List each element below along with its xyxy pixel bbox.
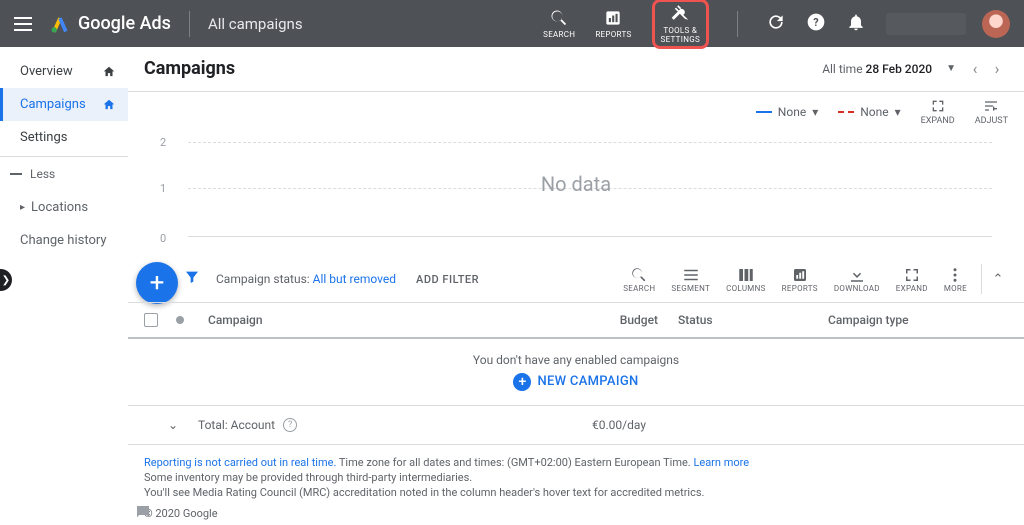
learn-more-link[interactable]: Learn more [693, 456, 749, 469]
context-label[interactable]: All campaigns [208, 15, 303, 33]
main-content: Campaigns All time 28 Feb 2020 ▼ ‹ › Non… [128, 47, 1024, 525]
collapse-chart-button[interactable]: ⌃ [988, 269, 1008, 289]
reports-tool[interactable]: REPORTS [595, 8, 631, 39]
brand-text: Google Ads [78, 13, 171, 34]
divider [737, 11, 738, 37]
search-tool[interactable]: SEARCH [543, 8, 575, 39]
less-label: Less [30, 167, 55, 181]
chart-expand-button[interactable]: EXPAND [921, 98, 955, 126]
segment-button[interactable]: SEGMENT [671, 266, 710, 293]
copyright: © 2020 Google [144, 506, 1008, 521]
reporting-notice-link[interactable]: Reporting is not carried out in real tim… [144, 456, 336, 469]
empty-state: You don't have any enabled campaigns + N… [128, 339, 1024, 406]
ads-logo-icon [50, 14, 70, 34]
sidebar-less-toggle[interactable]: Less [0, 156, 128, 191]
total-row: ⌄ Total: Account ? €0.00/day [128, 406, 1024, 445]
divider [981, 264, 982, 294]
new-campaign-label: NEW CAMPAIGN [537, 374, 638, 389]
date-range[interactable]: All time 28 Feb 2020 [822, 62, 932, 76]
no-data-label: No data [160, 172, 992, 196]
empty-message: You don't have any enabled campaigns [128, 353, 1024, 367]
refresh-icon[interactable] [766, 12, 786, 36]
total-budget: €0.00/day [536, 418, 666, 432]
table-expand-button[interactable]: EXPAND [896, 266, 928, 293]
chart-area: 2 1 0 No data [160, 132, 992, 244]
sidebar-item-label: Settings [20, 130, 67, 145]
add-filter-button[interactable]: ADD FILTER [416, 273, 479, 286]
expand-total-icon[interactable]: ⌄ [144, 418, 184, 432]
footer: Reporting is not carried out in real tim… [128, 445, 1024, 525]
tools-settings-label-2: SETTINGS [661, 35, 700, 44]
red-swatch-icon [838, 111, 854, 113]
columns-button[interactable]: COLUMNS [726, 266, 766, 293]
sidebar-item-label: Overview [20, 64, 73, 79]
sidebar-item-change-history[interactable]: Change history [0, 224, 128, 257]
series-selector-2[interactable]: None▾ [838, 105, 900, 119]
sidebar-item-campaigns[interactable]: Campaigns [0, 88, 128, 121]
col-campaign-type[interactable]: Campaign type [828, 313, 1008, 327]
brand-logo[interactable]: Google Ads [50, 13, 171, 34]
campaign-status-filter[interactable]: Campaign status: All but removed [216, 272, 396, 286]
select-all-checkbox[interactable] [144, 313, 158, 327]
left-sidebar: Overview Campaigns Settings Less ▸ Locati… [0, 47, 128, 525]
y-tick: 2 [160, 136, 166, 149]
tools-settings-tool[interactable]: TOOLS & SETTINGS [652, 0, 709, 49]
avatar[interactable] [982, 10, 1010, 38]
footer-line-2: Some inventory may be provided through t… [144, 470, 1008, 485]
page-title: Campaigns [144, 58, 235, 79]
table-header-row: Campaign Budget Status Campaign type [128, 303, 1024, 339]
sidebar-item-label: Change history [20, 233, 107, 248]
download-button[interactable]: DOWNLOAD [834, 266, 880, 293]
footer-line-3: You'll see Media Rating Council (MRC) ac… [144, 485, 1008, 500]
reports-label: REPORTS [595, 30, 631, 39]
sidebar-item-label: Locations [31, 200, 88, 215]
more-button[interactable]: MORE [944, 266, 967, 293]
chart-controls: None▾ None▾ EXPAND ADJUST [128, 92, 1024, 132]
top-bar: Google Ads All campaigns SEARCH REPORTS … [0, 0, 1024, 47]
help-icon[interactable]: ? [806, 12, 826, 36]
minus-icon [10, 173, 22, 175]
chevron-down-icon: ▾ [895, 105, 901, 119]
y-tick: 0 [160, 232, 166, 245]
tools-settings-label-1: TOOLS & [663, 26, 697, 35]
plus-icon: + [513, 373, 531, 391]
total-label: Total: Account [198, 418, 275, 432]
new-campaign-button[interactable]: + NEW CAMPAIGN [513, 373, 638, 391]
home-icon [102, 65, 116, 79]
feedback-icon[interactable] [134, 503, 152, 521]
page-header: Campaigns All time 28 Feb 2020 ▼ ‹ › [128, 47, 1024, 92]
svg-text:?: ? [813, 16, 818, 29]
sidebar-item-locations[interactable]: ▸ Locations [0, 191, 128, 224]
divider [189, 11, 190, 37]
chart-adjust-button[interactable]: ADJUST [975, 98, 1008, 126]
series-selector-1[interactable]: None▾ [756, 105, 818, 119]
blue-swatch-icon [756, 111, 772, 113]
date-next-button[interactable]: › [986, 58, 1008, 80]
table-reports-button[interactable]: REPORTS [782, 266, 818, 293]
search-label: SEARCH [543, 30, 575, 39]
table-search-button[interactable]: SEARCH [623, 266, 655, 293]
timezone-text: Time zone for all dates and times: (GMT+… [336, 456, 693, 469]
account-chip[interactable] [886, 13, 966, 35]
col-status[interactable]: Status [678, 313, 828, 327]
status-dot-icon [176, 316, 184, 324]
home-icon [102, 98, 116, 112]
help-icon[interactable]: ? [283, 418, 297, 432]
filter-bar: Campaign status: All but removed ADD FIL… [128, 256, 1024, 303]
axis-line [188, 236, 992, 237]
chevron-right-icon: ▸ [20, 202, 25, 213]
sidebar-item-label: Campaigns [20, 97, 86, 112]
col-campaign[interactable]: Campaign [208, 313, 548, 327]
filter-icon[interactable] [184, 269, 200, 289]
sidebar-item-settings[interactable]: Settings [0, 121, 128, 154]
sidebar-item-overview[interactable]: Overview [0, 55, 128, 88]
chevron-down-icon: ▾ [812, 105, 818, 119]
gridline [188, 142, 992, 143]
chevron-down-icon[interactable]: ▼ [946, 63, 956, 74]
col-budget[interactable]: Budget [548, 313, 678, 327]
notifications-icon[interactable] [846, 12, 866, 36]
date-prev-button[interactable]: ‹ [964, 58, 986, 80]
hamburger-icon[interactable] [14, 13, 36, 35]
